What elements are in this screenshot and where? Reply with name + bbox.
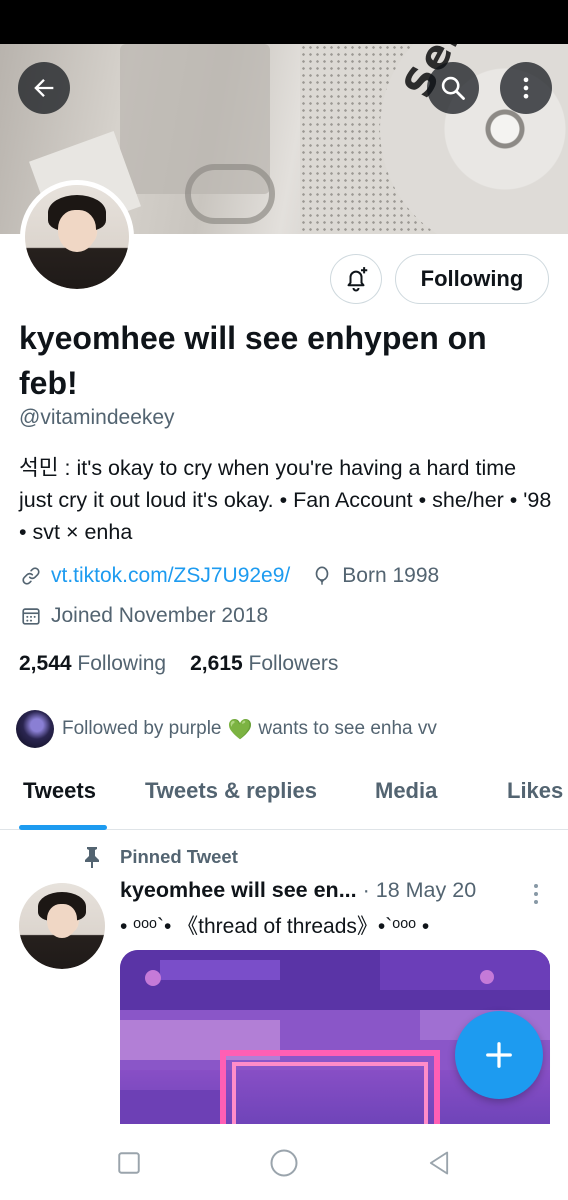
followers-count: 2,615 — [190, 652, 243, 675]
calendar-icon — [19, 604, 43, 628]
tweet-author-name[interactable]: kyeomhee will see en... — [120, 878, 357, 903]
circle-icon — [270, 1149, 298, 1177]
media-pixel-block — [380, 950, 550, 990]
following-count: 2,544 — [19, 652, 72, 675]
followed-by-suffix: wants to see enha vv — [258, 718, 437, 739]
following-label: Following — [77, 652, 167, 675]
user-handle: @vitamindeekey — [19, 406, 175, 429]
system-navigation-bar — [0, 1124, 568, 1200]
avatar-photo — [19, 883, 105, 969]
compose-tweet-button[interactable] — [455, 1011, 543, 1099]
triangle-back-icon — [429, 1151, 449, 1175]
back-button[interactable] — [18, 62, 70, 114]
joined-date: Joined November 2018 — [51, 604, 269, 627]
status-bar — [0, 0, 568, 44]
tab-likes[interactable]: Likes — [507, 778, 563, 804]
tab-tweets-replies[interactable]: Tweets & replies — [145, 778, 317, 804]
followed-by-row[interactable]: Followed by purple 💚 wants to see enha v… — [16, 710, 437, 748]
search-button[interactable] — [427, 62, 479, 114]
green-heart-icon: 💚 — [227, 718, 253, 741]
followers-label: Followers — [248, 652, 339, 675]
notifications-button[interactable] — [330, 254, 382, 304]
media-pixel-block — [232, 1062, 428, 1124]
profile-link[interactable]: vt.tiktok.com/ZSJ7U92e9/ — [51, 564, 290, 588]
square-icon — [118, 1152, 140, 1174]
tweet-more-button[interactable] — [526, 880, 546, 908]
active-tab-indicator — [19, 825, 107, 830]
back-nav-button[interactable] — [422, 1146, 456, 1180]
tab-tweets[interactable]: Tweets — [23, 778, 96, 804]
dot — [534, 884, 538, 888]
pinned-label-row: Pinned Tweet — [82, 846, 238, 868]
avatar-face — [46, 903, 78, 939]
profile-tabs: Tweets Tweets & replies Media Likes — [0, 768, 568, 830]
tweet-text: • ᵒᵒᵒ`• 《thread of threads》•`ᵒᵒᵒ • — [120, 915, 430, 938]
tweet-header: kyeomhee will see en... · 18 May 20 — [120, 878, 476, 903]
follower-avatar — [16, 710, 54, 748]
search-icon — [441, 76, 465, 100]
followers-stat[interactable]: 2,615 Followers — [190, 652, 338, 676]
tweet-author-avatar[interactable] — [19, 883, 105, 969]
plus-icon — [486, 1042, 512, 1068]
following-stat[interactable]: 2,544 Following — [19, 652, 166, 676]
followed-by-text: Followed by purple — [62, 718, 222, 739]
display-name: kyeomhee will see enhypen on feb! — [19, 320, 487, 401]
profile-avatar[interactable] — [20, 180, 134, 294]
pin-icon — [85, 847, 99, 868]
pinned-tweet-label: Pinned Tweet — [120, 846, 238, 867]
more-vertical-icon — [523, 77, 529, 99]
banner-decoration — [185, 164, 275, 224]
link-icon — [19, 564, 43, 588]
media-pixel-block — [480, 970, 494, 984]
follow-stats: 2,544 Following 2,615 Followers — [19, 652, 338, 676]
birth-year: Born 1998 — [342, 564, 440, 587]
avatar-face — [58, 209, 96, 252]
dot — [534, 892, 538, 896]
profile-meta-row: vt.tiktok.com/ZSJ7U92e9/ Born 1998 — [19, 564, 439, 588]
following-button[interactable]: Following — [395, 254, 549, 304]
media-pixel-block — [120, 1090, 220, 1124]
media-pixel-block — [160, 960, 280, 980]
recent-apps-button[interactable] — [112, 1146, 146, 1180]
home-button[interactable] — [267, 1146, 301, 1180]
media-pixel-block — [145, 970, 161, 986]
tab-media[interactable]: Media — [375, 778, 437, 804]
arrow-left-icon — [34, 79, 54, 97]
avatar-photo — [25, 185, 129, 289]
profile-bio: 석민 : it's okay to cry when you're having… — [19, 456, 552, 544]
balloon-icon — [310, 564, 334, 588]
bell-plus-icon — [347, 267, 368, 292]
more-options-button[interactable] — [500, 62, 552, 114]
joined-row: Joined November 2018 — [19, 604, 268, 628]
tweet-date[interactable]: · 18 May 20 — [363, 878, 477, 903]
dot — [534, 900, 538, 904]
